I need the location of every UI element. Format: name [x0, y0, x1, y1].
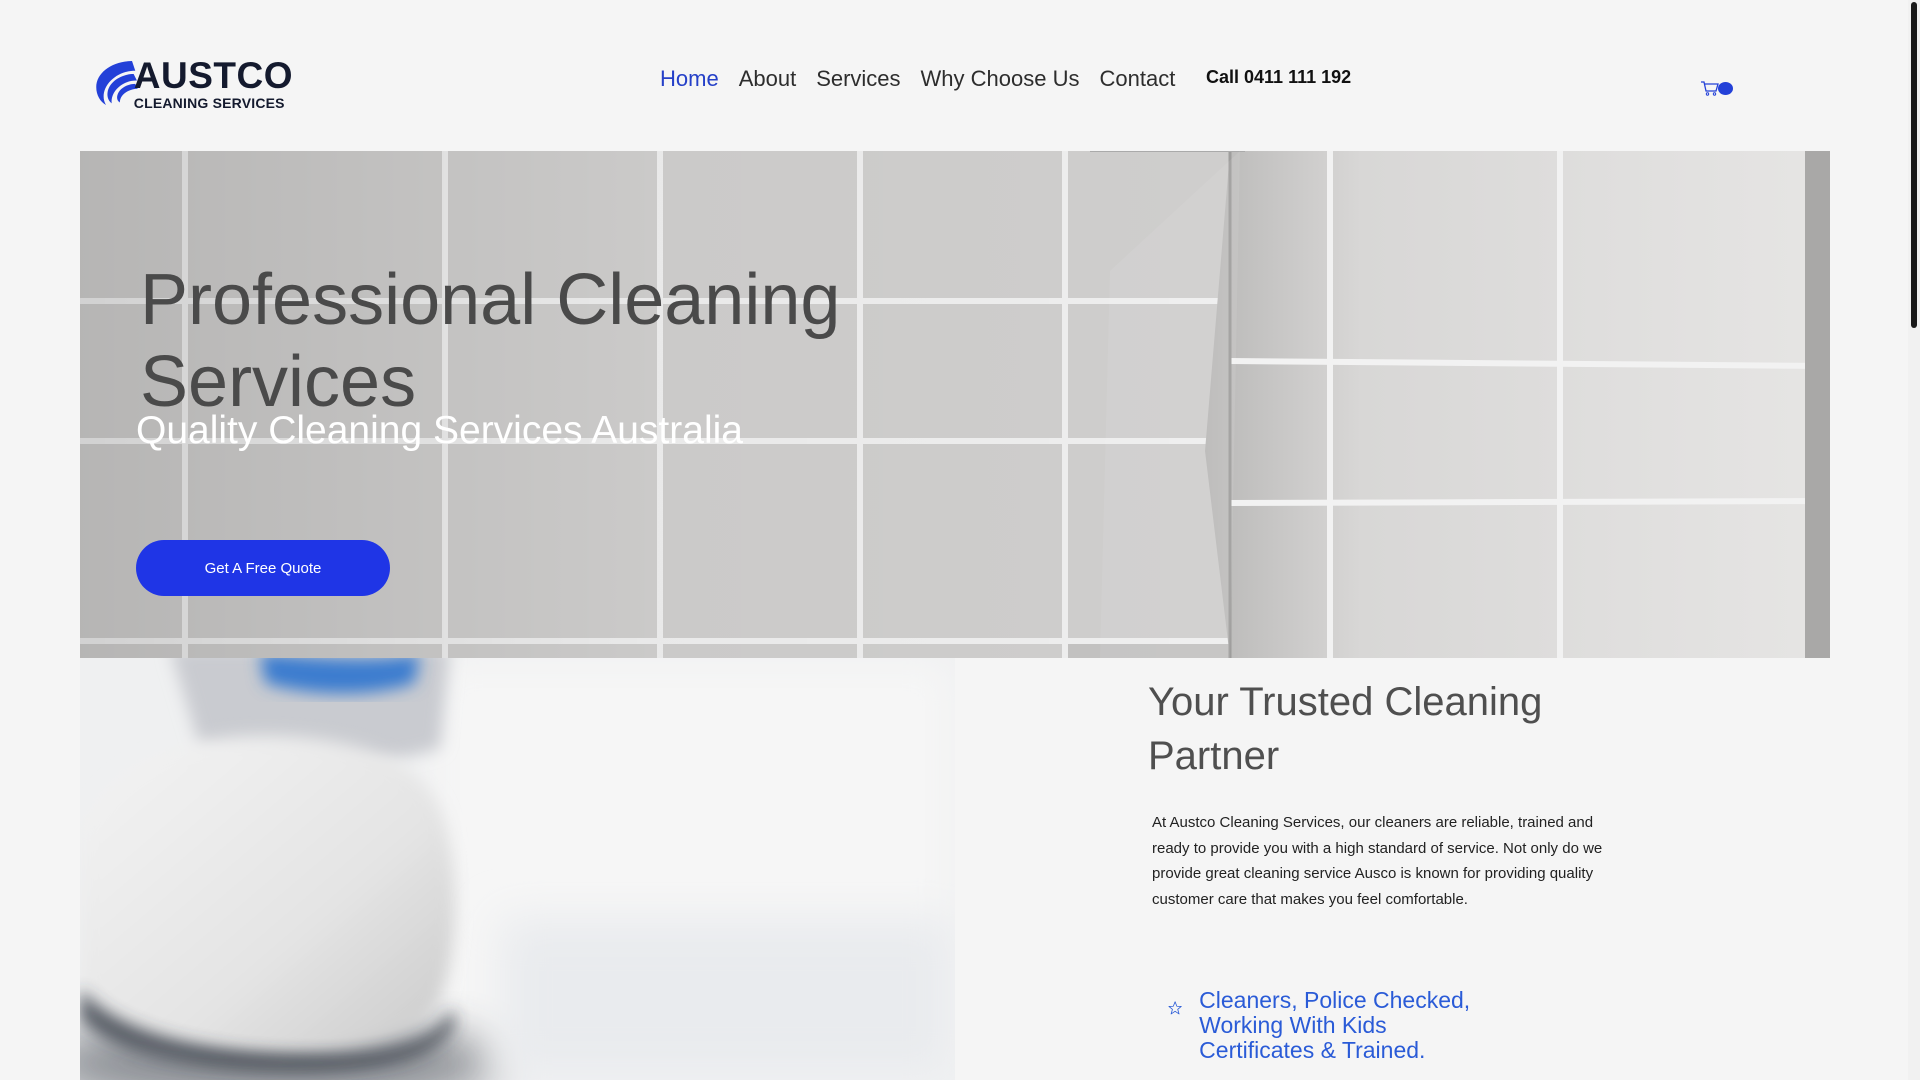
brand-logo[interactable]: AUSTCO CLEANING SERVICES: [93, 52, 293, 114]
nav-why-choose-us[interactable]: Why Choose Us: [921, 66, 1080, 92]
nav-home[interactable]: Home: [660, 66, 719, 92]
section-title: Your Trusted Cleaning Partner: [1148, 680, 1543, 778]
cart-count-badge: 0: [1718, 81, 1733, 95]
hero-title: Professional Cleaning Services: [140, 260, 841, 422]
cart-button[interactable]: 0: [1700, 80, 1733, 96]
hero-subtitle: Quality Cleaning Services Australia: [136, 409, 743, 452]
feature-image: [80, 658, 955, 1080]
feature-text: Cleaners, Police Checked, Working With K…: [1199, 987, 1471, 1063]
page-scrollbar[interactable]: [1908, 0, 1920, 1080]
brand-tagline: CLEANING SERVICES: [133, 94, 285, 111]
nav-contact[interactable]: Contact: [1100, 66, 1176, 92]
star-outline-icon: [1168, 1001, 1182, 1015]
cleaner-shoe-image: [80, 658, 955, 1080]
main-nav: Home About Services Why Choose Us Contac…: [660, 66, 1195, 92]
cart-icon: [1701, 81, 1719, 96]
brand-name: AUSTCO: [133, 54, 293, 96]
get-quote-button[interactable]: Get A Free Quote: [136, 540, 390, 596]
nav-about[interactable]: About: [739, 66, 797, 92]
section-body: At Austco Cleaning Services, our cleaner…: [1152, 814, 1603, 908]
hero-section: Professional Cleaning Services Quality C…: [80, 151, 1830, 658]
feature-item: Cleaners, Police Checked, Working With K…: [1168, 988, 1508, 1063]
page: AUSTCO CLEANING SERVICES Home About Serv…: [0, 0, 1920, 1080]
nav-services[interactable]: Services: [816, 66, 900, 92]
scrollbar-thumb[interactable]: [1911, 2, 1917, 328]
phone-link[interactable]: Call 0411 111 192: [1206, 67, 1351, 88]
